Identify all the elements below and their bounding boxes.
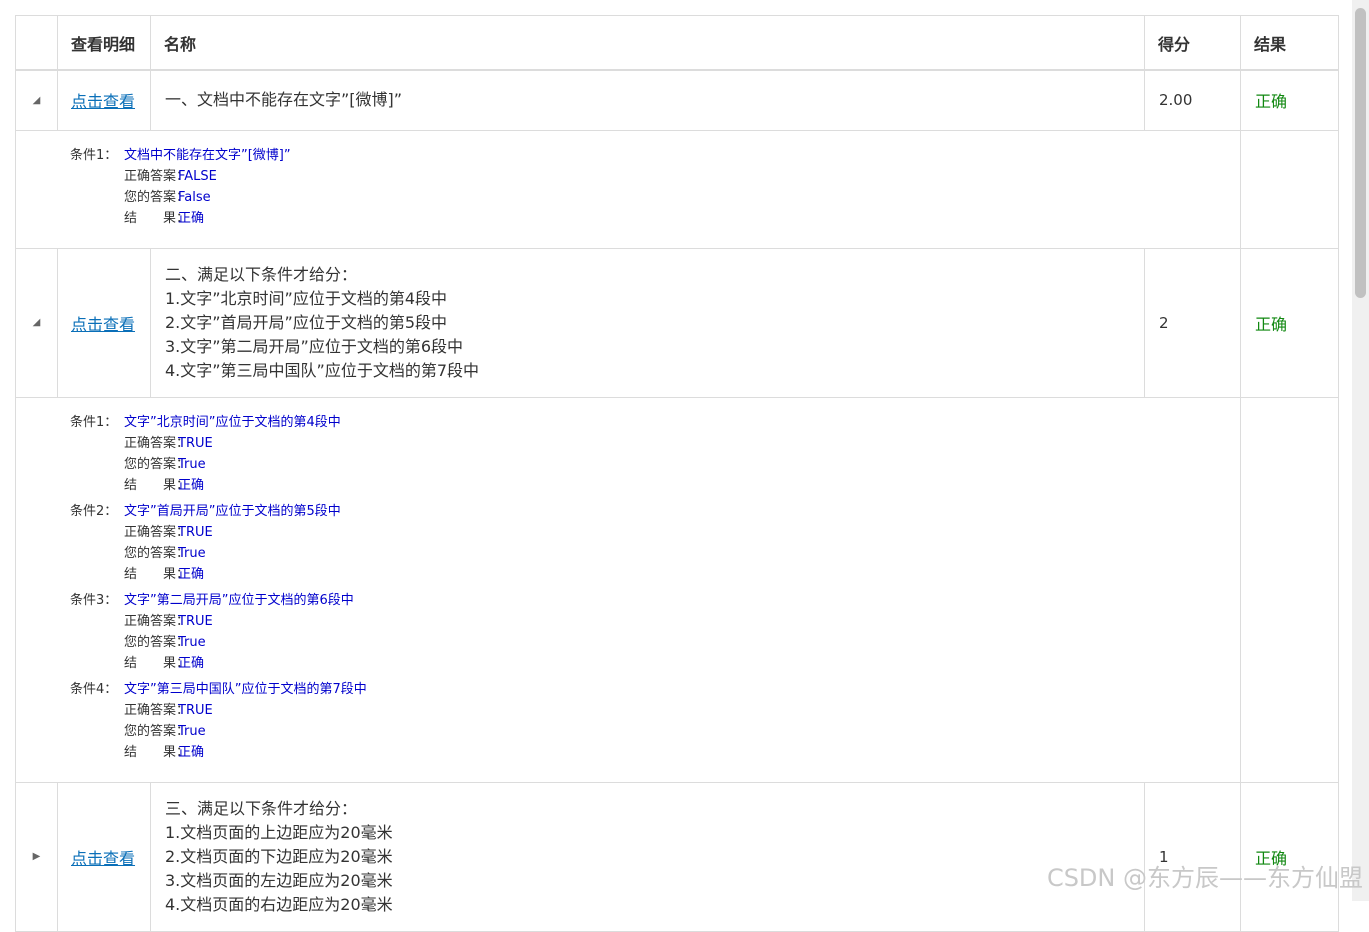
correct-answer-value: TRUE <box>178 613 213 629</box>
result-value: 正确 <box>178 210 205 226</box>
header-view-detail: 查看明细 <box>57 15 151 71</box>
item-name: 二、满足以下条件才给分： 1.文字”北京时间”应位于文档的第4段中 2.文字”首… <box>150 247 1145 398</box>
detail-row: 条件1： 文字”北京时间”应位于文档的第4段中 正确答案： TRUE 您的答案： Tr… <box>15 396 1339 783</box>
scrollbar-thumb[interactable] <box>1355 8 1366 298</box>
correct-answer-value: TRUE <box>178 435 213 451</box>
results-table-wrapper: 查看明细 名称 得分 结果 ◢ 点击查看 一、文档中不能存在文字”[微博]” 2… <box>15 15 1339 932</box>
your-answer-value: False <box>178 189 211 205</box>
condition-details: 条件1： 文档中不能存在文字”[微博]” 正确答案： FALSE 您的答案： Fals… <box>15 129 1241 249</box>
table-row: ▶ 点击查看 三、满足以下条件才给分： 1.文档页面的上边距应为20毫米 2.文… <box>15 781 1339 932</box>
condition-label: 条件4： <box>70 681 118 697</box>
your-answer-value: True <box>178 545 206 561</box>
condition-label: 条件2： <box>70 503 118 519</box>
condition-title: 文字”第三局中国队”应位于文档的第7段中 <box>124 681 367 697</box>
header-toggle-cell <box>15 15 58 71</box>
result-value: 正确 <box>178 655 205 671</box>
item-name: 一、文档中不能存在文字”[微博]” <box>150 69 1145 131</box>
condition-label: 条件3： <box>70 592 118 608</box>
collapse-toggle-icon[interactable]: ◢ <box>15 247 58 398</box>
watermark: CSDN @东方辰——东方仙盟 <box>1046 864 1363 892</box>
result-value: 正确 <box>178 744 205 760</box>
detail-empty-cell <box>1240 396 1339 783</box>
correct-answer-value: FALSE <box>178 168 217 184</box>
item-score: 2.00 <box>1144 69 1241 131</box>
item-score: 1 <box>1144 781 1241 932</box>
view-detail-link[interactable]: 点击查看 <box>71 92 135 111</box>
result-value: 正确 <box>178 477 205 493</box>
header-score: 得分 <box>1144 15 1241 71</box>
item-result: 正确 <box>1240 781 1339 932</box>
condition-label: 条件1： <box>70 147 118 163</box>
condition-title: 文字”北京时间”应位于文档的第4段中 <box>124 414 341 430</box>
detail-empty-cell <box>1240 129 1339 249</box>
vertical-scrollbar[interactable] <box>1352 0 1369 901</box>
table-row: ◢ 点击查看 一、文档中不能存在文字”[微博]” 2.00 正确 <box>15 69 1339 131</box>
view-detail-link[interactable]: 点击查看 <box>71 315 135 334</box>
your-answer-value: True <box>178 723 206 739</box>
header-result: 结果 <box>1240 15 1339 71</box>
item-result: 正确 <box>1240 247 1339 398</box>
results-table: 查看明细 名称 得分 结果 ◢ 点击查看 一、文档中不能存在文字”[微博]” 2… <box>15 15 1339 932</box>
condition-title: 文字”首局开局”应位于文档的第5段中 <box>124 503 341 519</box>
correct-answer-value: TRUE <box>178 524 213 540</box>
view-detail-link[interactable]: 点击查看 <box>71 849 135 868</box>
condition-title: 文字”第二局开局”应位于文档的第6段中 <box>124 592 354 608</box>
condition-details: 条件1： 文字”北京时间”应位于文档的第4段中 正确答案： TRUE 您的答案： Tr… <box>15 396 1241 783</box>
item-result: 正确 <box>1240 69 1339 131</box>
expand-toggle-icon[interactable]: ▶ <box>15 781 58 932</box>
table-row: ◢ 点击查看 二、满足以下条件才给分： 1.文字”北京时间”应位于文档的第4段中… <box>15 247 1339 398</box>
result-value: 正确 <box>178 566 205 582</box>
item-name: 三、满足以下条件才给分： 1.文档页面的上边距应为20毫米 2.文档页面的下边距… <box>150 781 1145 932</box>
condition-title: 文档中不能存在文字”[微博]” <box>124 147 291 163</box>
detail-row: 条件1： 文档中不能存在文字”[微博]” 正确答案： FALSE 您的答案： Fals… <box>15 129 1339 249</box>
your-answer-value: True <box>178 456 206 472</box>
item-score: 2 <box>1144 247 1241 398</box>
header-name: 名称 <box>150 15 1145 71</box>
correct-answer-value: TRUE <box>178 702 213 718</box>
condition-label: 条件1： <box>70 414 118 430</box>
collapse-toggle-icon[interactable]: ◢ <box>15 69 58 131</box>
your-answer-value: True <box>178 634 206 650</box>
table-header-row: 查看明细 名称 得分 结果 <box>15 15 1339 71</box>
